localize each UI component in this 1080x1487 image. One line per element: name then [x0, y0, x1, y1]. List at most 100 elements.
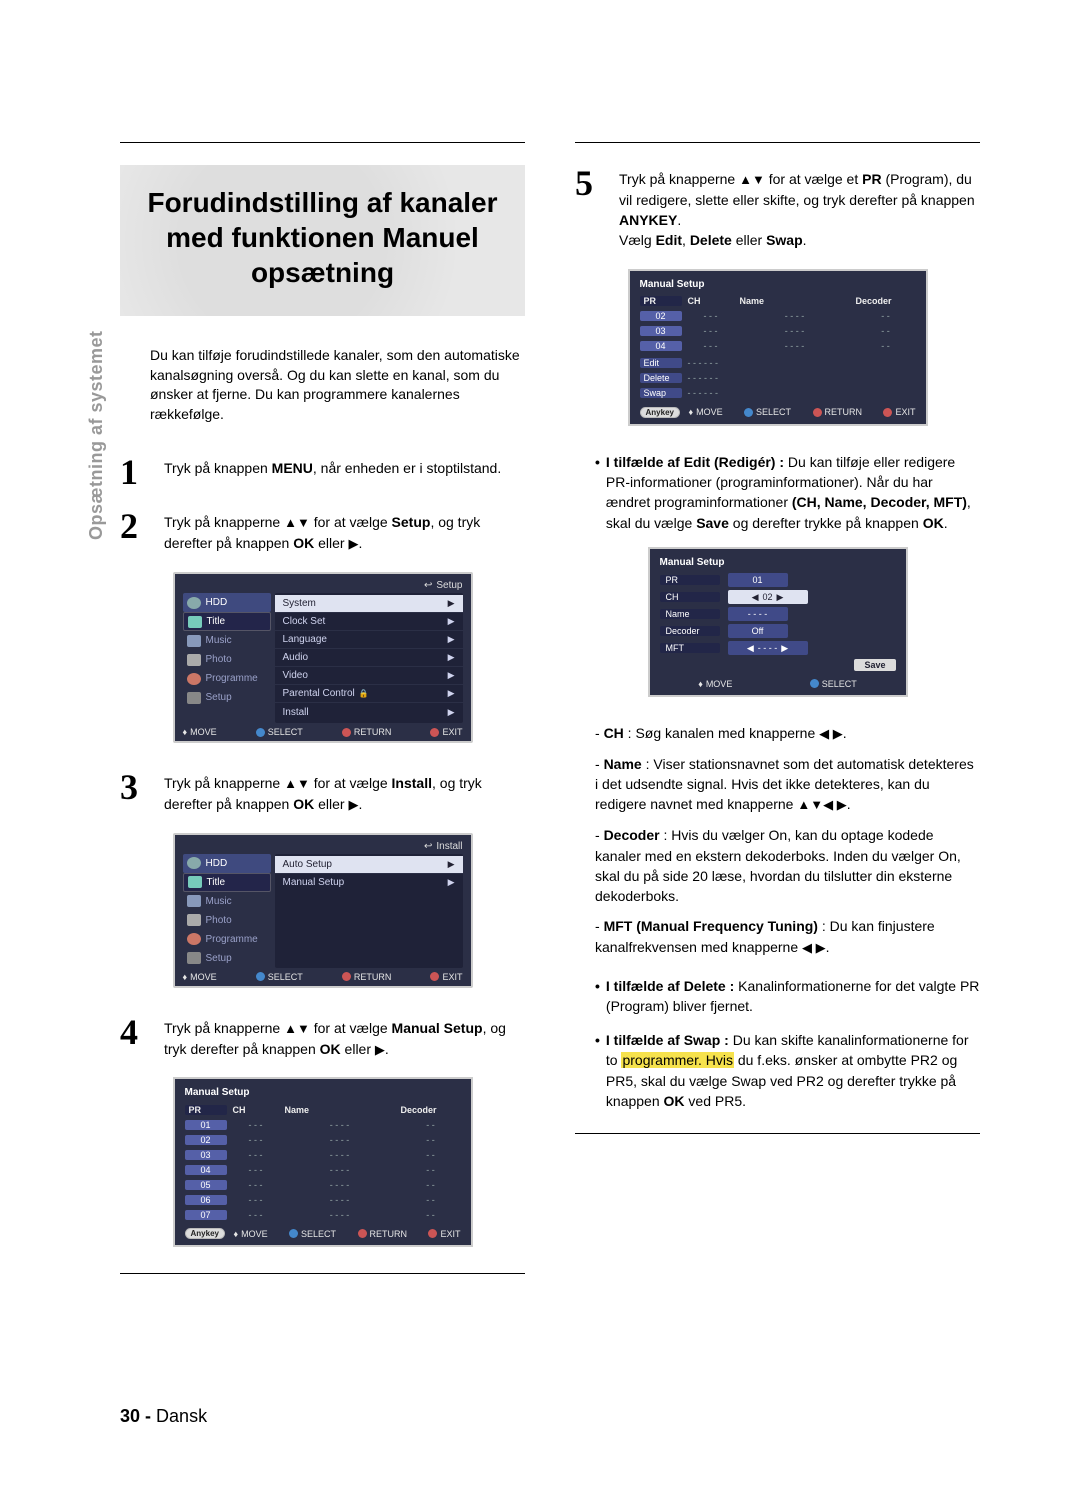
save-button[interactable]: Save	[854, 659, 895, 671]
divider	[575, 142, 980, 143]
up-down-icon: ▲▼	[284, 776, 310, 791]
menu-item[interactable]: Auto Setup▶	[275, 856, 463, 874]
exit-dot-icon	[430, 972, 439, 981]
left-right-icon: ◀ ▶	[802, 940, 826, 955]
osd-manual-setup-edit: Manual Setup PR01CH◀02▶Name- - - -Decode…	[648, 547, 908, 697]
anykey-pill: Anykey	[185, 1228, 225, 1239]
swap-block: • I tilfælde af Swap : Du kan skifte kan…	[595, 1030, 980, 1111]
page-title: Forudindstilling af kanaler med funktion…	[140, 185, 505, 290]
step-text: Tryk på knapperne ▲▼ for at vælge Setup,…	[164, 508, 525, 554]
step-1: 1 Tryk på knappen MENU, når enheden er i…	[120, 454, 525, 490]
all-arrows-icon: ▲▼◀ ▶	[797, 797, 846, 812]
move-icon: ♦	[688, 407, 693, 417]
menu-item[interactable]: System▶	[275, 595, 463, 613]
title-icon	[188, 876, 202, 888]
step-number: 3	[120, 769, 150, 805]
edit-field-row[interactable]: Name- - - -	[660, 606, 896, 622]
osd-manual-setup-context: Manual Setup PRCHNameDecoder 02- - -- - …	[628, 269, 928, 426]
return-dot-icon	[342, 972, 351, 981]
return-dot-icon	[813, 408, 822, 417]
menu-item[interactable]: Clock Set▶	[275, 613, 463, 631]
channel-row[interactable]: 04- - -- - - -- -	[640, 339, 916, 354]
menu-item[interactable]: Install▶	[275, 703, 463, 721]
edit-field-row[interactable]: PR01	[660, 572, 896, 588]
right-arrow-icon: ▶	[348, 797, 358, 812]
photo-icon	[187, 914, 201, 926]
intro-text: Du kan tilføje forudindstillede kanaler,…	[150, 346, 525, 424]
up-down-icon: ▲▼	[739, 172, 765, 187]
music-icon	[187, 635, 201, 647]
step-5: 5 Tryk på knapperne ▲▼ for at vælge et P…	[575, 165, 980, 251]
osd-install-menu: ↩Install HDD Title Music Photo Programme…	[173, 833, 473, 988]
select-dot-icon	[256, 728, 265, 737]
move-icon: ♦	[698, 679, 703, 689]
menu-item[interactable]: Audio▶	[275, 649, 463, 667]
step-number: 4	[120, 1014, 150, 1050]
up-down-icon: ▲▼	[284, 515, 310, 530]
divider	[120, 142, 525, 143]
channel-row[interactable]: 03- - -- - - -- -	[640, 324, 916, 339]
sidebar-section-label: Opsætning af systemet	[86, 330, 107, 540]
left-right-icon: ◀ ▶	[819, 726, 843, 741]
title-icon	[188, 616, 202, 628]
field-definitions: - CH : Søg kanalen med knapperne ◀ ▶. - …	[595, 723, 980, 958]
divider	[120, 1273, 525, 1274]
exit-dot-icon	[428, 1229, 437, 1238]
channel-row[interactable]: 03- - -- - - -- -	[185, 1147, 461, 1162]
step-number: 5	[575, 165, 605, 201]
highlight: programmer. Hvis	[621, 1052, 733, 1068]
section-title-box: Forudindstilling af kanaler med funktion…	[120, 165, 525, 316]
edit-field-row[interactable]: MFT◀- - - -▶	[660, 640, 896, 656]
channel-row[interactable]: 07- - -- - - -- -	[185, 1207, 461, 1222]
select-dot-icon	[289, 1229, 298, 1238]
edit-field-row[interactable]: CH◀02▶	[660, 589, 896, 605]
move-icon: ♦	[183, 972, 188, 982]
programme-icon	[187, 933, 201, 945]
menu-item[interactable]: Parental Control🔒▶	[275, 685, 463, 703]
menu-item[interactable]: Language▶	[275, 631, 463, 649]
back-icon: ↩	[424, 580, 432, 591]
setup-icon	[187, 952, 201, 964]
osd-setup-menu: ↩Setup HDD Title Music Photo Programme S…	[173, 572, 473, 743]
edit-block: • I tilfælde af Edit (Redigér) : Du kan …	[595, 452, 980, 533]
photo-icon	[187, 654, 201, 666]
step-text: Tryk på knapperne ▲▼ for at vælge Instal…	[164, 769, 525, 815]
channel-row[interactable]: 06- - -- - - -- -	[185, 1192, 461, 1207]
context-menu-item[interactable]: Delete- - - - - -	[640, 371, 916, 386]
page-footer: 30 - Dansk	[120, 1406, 207, 1427]
anykey-pill: Anykey	[640, 407, 680, 418]
channel-row[interactable]: 02- - -- - - -- -	[640, 309, 916, 324]
menu-item[interactable]: Manual Setup▶	[275, 874, 463, 892]
context-menu-item[interactable]: Edit- - - - - -	[640, 356, 916, 371]
step-number: 2	[120, 508, 150, 544]
select-dot-icon	[744, 408, 753, 417]
menu-item[interactable]: Video▶	[275, 667, 463, 685]
select-dot-icon	[810, 679, 819, 688]
exit-dot-icon	[430, 728, 439, 737]
music-icon	[187, 895, 201, 907]
step-number: 1	[120, 454, 150, 490]
move-icon: ♦	[183, 727, 188, 737]
step-text: Tryk på knapperne ▲▼ for at vælge et PR …	[619, 165, 980, 251]
return-dot-icon	[358, 1229, 367, 1238]
step-2: 2 Tryk på knapperne ▲▼ for at vælge Setu…	[120, 508, 525, 554]
step-text: Tryk på knapperne ▲▼ for at vælge Manual…	[164, 1014, 525, 1060]
right-arrow-icon: ▶	[375, 1042, 385, 1057]
back-icon: ↩	[424, 841, 432, 852]
delete-block: • I tilfælde af Delete : Kanalinformatio…	[595, 976, 980, 1017]
return-dot-icon	[342, 728, 351, 737]
osd-manual-setup-list: Manual Setup PRCHNameDecoder 01- - -- - …	[173, 1077, 473, 1247]
disc-icon	[187, 857, 201, 869]
move-icon: ♦	[233, 1229, 238, 1239]
channel-row[interactable]: 02- - -- - - -- -	[185, 1132, 461, 1147]
divider	[575, 1133, 980, 1134]
channel-row[interactable]: 04- - -- - - -- -	[185, 1162, 461, 1177]
channel-row[interactable]: 01- - -- - - -- -	[185, 1117, 461, 1132]
step-3: 3 Tryk på knapperne ▲▼ for at vælge Inst…	[120, 769, 525, 815]
setup-icon	[187, 692, 201, 704]
channel-row[interactable]: 05- - -- - - -- -	[185, 1177, 461, 1192]
step-4: 4 Tryk på knapperne ▲▼ for at vælge Manu…	[120, 1014, 525, 1060]
context-menu-item[interactable]: Swap- - - - - -	[640, 386, 916, 401]
select-dot-icon	[256, 972, 265, 981]
edit-field-row[interactable]: DecoderOff	[660, 623, 896, 639]
